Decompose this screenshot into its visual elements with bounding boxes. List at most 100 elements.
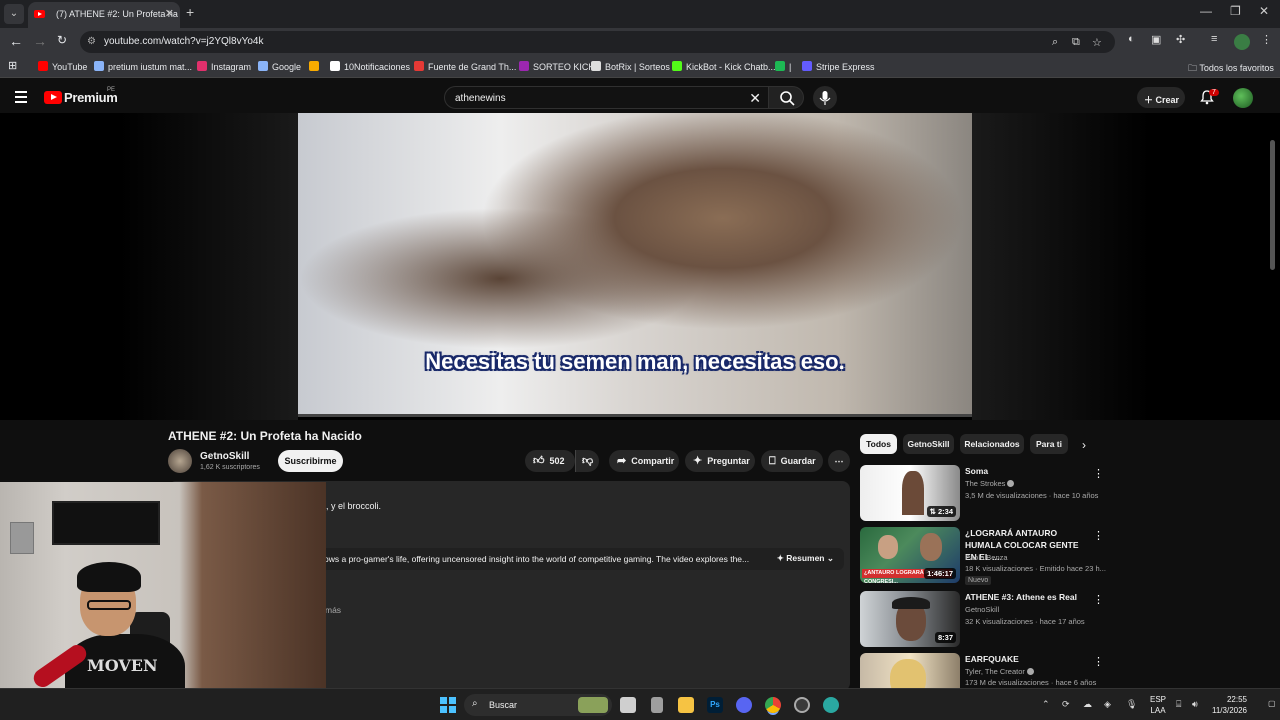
extensions-puzzle-icon[interactable]: ✣ [1176,33,1185,46]
bookmark-item[interactable]: BotRix | Sorteos [591,61,670,72]
system-clock[interactable]: 22:55 11/3/2026 [1212,694,1247,716]
more-actions-button[interactable]: ⋯ [828,450,850,472]
video-player[interactable]: Necesitas tu semen man, necesitas eso. [0,113,1280,420]
tab-search-button[interactable]: ⌄ [4,4,24,24]
like-button[interactable]: 👍︎ 502 [525,450,575,472]
restore-button[interactable]: ❐ [1230,4,1241,18]
search-button[interactable] [768,86,804,109]
file-explorer-icon[interactable] [678,697,694,713]
bookmark-item[interactable]: | [775,61,791,72]
chip-relacionados[interactable]: Relacionados [960,434,1024,454]
channel-name[interactable]: GetnoSkill [200,451,249,462]
ask-button[interactable]: ✦ Preguntar [685,450,755,472]
notification-center-icon[interactable]: ▢ [1268,699,1276,708]
page-scrollbar[interactable] [1270,140,1275,270]
printer-app-icon[interactable] [651,697,663,713]
clear-search-icon[interactable]: ✕ [749,90,761,107]
reload-button[interactable]: ↻ [57,33,67,47]
window-close-button[interactable]: ✕ [1259,4,1269,18]
more-vertical-icon[interactable]: ⋮ [1093,593,1104,606]
bookmark-item[interactable] [309,61,323,72]
active-tab[interactable]: (7) ATHENE #2: Un Profeta ha N ✕ [28,2,180,28]
globe-app-icon[interactable] [823,697,839,713]
summary-toggle[interactable]: ✦ Resumen ⌄ [777,553,834,564]
hamburger-menu-icon[interactable] [15,91,27,106]
discord-icon[interactable] [736,697,752,713]
chip-todos[interactable]: Todos [860,434,897,454]
chip-para-ti[interactable]: Para ti [1030,434,1068,454]
more-vertical-icon[interactable]: ⋮ [1093,655,1100,668]
recommendation-item[interactable]: ¿ANTAURO LOGRARÁ PONER CONGRESI... 1:46:… [860,527,1106,585]
ai-summary-row[interactable]: ows a pro-gamer's life, offering uncenso… [318,548,844,570]
chrome-icon[interactable] [765,697,781,713]
more-vertical-icon[interactable]: ⋮ [1093,529,1104,542]
tray-shield-icon[interactable]: ◈ [1104,699,1111,710]
subscribe-button[interactable]: Suscribirme [278,450,343,472]
show-more-link[interactable]: más [325,605,341,615]
apps-grid-icon[interactable]: ⊞ [8,59,17,72]
rec-title[interactable]: ATHENE #3: Athene es Real [965,591,1087,603]
new-tab-button[interactable]: + [186,4,194,20]
extension-shield-icon[interactable]: ◐ [1128,33,1135,45]
task-view-icon[interactable] [620,697,636,713]
site-info-icon[interactable]: ⚙ [87,36,96,47]
bookmark-item[interactable]: SORTEO KICK [519,61,594,72]
windows-start-icon[interactable] [440,697,456,713]
save-button[interactable]: ⎕ Guardar [761,450,823,472]
thumbnail[interactable]: ¿ANTAURO LOGRARÁ PONER CONGRESI... 1:46:… [860,527,960,583]
bookmark-item[interactable]: 10Notificaciones [330,61,410,72]
dislike-button[interactable]: 👎︎ [575,450,599,472]
rec-title[interactable]: EARFQUAKE [965,653,1087,665]
account-avatar[interactable] [1233,88,1253,108]
taskbar-search[interactable]: ⌕ Buscar [464,694,612,716]
recommendation-item[interactable]: EARFQUAKE Tyler, The Creator 173 M de vi… [860,653,1100,688]
tab-close-icon[interactable]: ✕ [165,7,174,20]
youtube-logo-icon[interactable] [44,91,62,104]
browser-menu-icon[interactable]: ⋮ [1261,33,1272,46]
bookmark-item[interactable]: Instagram [197,61,251,72]
recommendation-item[interactable]: ⇅ 2:34 Soma The Strokes 3,5 M de visuali… [860,465,1104,521]
video-frame[interactable]: Necesitas tu semen man, necesitas eso. [298,113,972,414]
app-icon[interactable] [794,697,810,713]
search-input[interactable]: athenewins ✕ [444,86,770,109]
network-icon[interactable]: ⌸ [1176,699,1181,710]
create-button[interactable]: ＋ Crear [1137,87,1185,108]
tray-overflow-icon[interactable]: ⌃ [1042,699,1050,710]
address-bar[interactable]: ⚙ youtube.com/watch?v=j2YQl8vYo4k ⌕ ⧉ ☆ [80,31,1115,53]
extension-card-icon[interactable]: ▣ [1151,33,1161,46]
profile-avatar[interactable] [1234,34,1250,50]
chevron-right-icon[interactable]: › [1082,438,1086,452]
zoom-icon[interactable]: ⌕ [1052,36,1058,49]
install-app-icon[interactable]: ⧉ [1072,36,1080,49]
minimize-button[interactable]: — [1200,4,1212,18]
share-button[interactable]: ➦ Compartir [609,450,679,472]
thumbnail[interactable]: ⇅ 2:34 [860,465,960,521]
windows-taskbar: ⌕ Buscar Ps ⌃ ⟳ ☁ ◈ 🎙︎ ESP LAA ⌸ 🔊︎ 22:5… [0,688,1280,720]
voice-search-button[interactable] [813,86,837,110]
media-controls-icon[interactable]: ≡ [1211,33,1217,45]
thumbnail[interactable] [860,653,960,688]
rec-title[interactable]: Soma [965,465,1087,477]
bookmark-item[interactable]: Stripe Express [802,61,875,72]
bookmark-item[interactable]: pretium iustum mat... [94,61,192,72]
bookmark-star-icon[interactable]: ☆ [1092,36,1102,49]
bookmark-item[interactable]: Google [258,61,301,72]
all-bookmarks-folder[interactable]: 🗀 Todos los favoritos [1188,61,1274,77]
recommendation-item[interactable]: 8:37 ATHENE #3: Athene es Real GetnoSkil… [860,591,1104,647]
thumbnail[interactable]: 8:37 [860,591,960,647]
tray-app-icon[interactable]: ⟳ [1062,699,1070,710]
channel-avatar[interactable] [168,449,192,473]
tray-cloud-icon[interactable]: ☁ [1083,699,1092,710]
volume-icon[interactable]: 🔊︎ [1192,699,1198,710]
tray-mic-icon[interactable]: 🎙︎ [1126,699,1137,710]
chip-getnoskill[interactable]: GetnoSkill [903,434,954,454]
forward-button[interactable]: → [33,33,47,49]
bookmark-item[interactable]: Fuente de Grand Th... [414,61,516,72]
video-progress-bar[interactable] [298,414,972,417]
input-language[interactable]: ESP LAA [1150,694,1166,716]
back-button[interactable]: ← [9,33,23,49]
more-vertical-icon[interactable]: ⋮ [1093,467,1104,480]
bookmark-item[interactable]: KickBot - Kick Chatb... [672,61,776,72]
photoshop-icon[interactable]: Ps [707,697,723,713]
bookmark-item[interactable]: YouTube [38,61,87,72]
